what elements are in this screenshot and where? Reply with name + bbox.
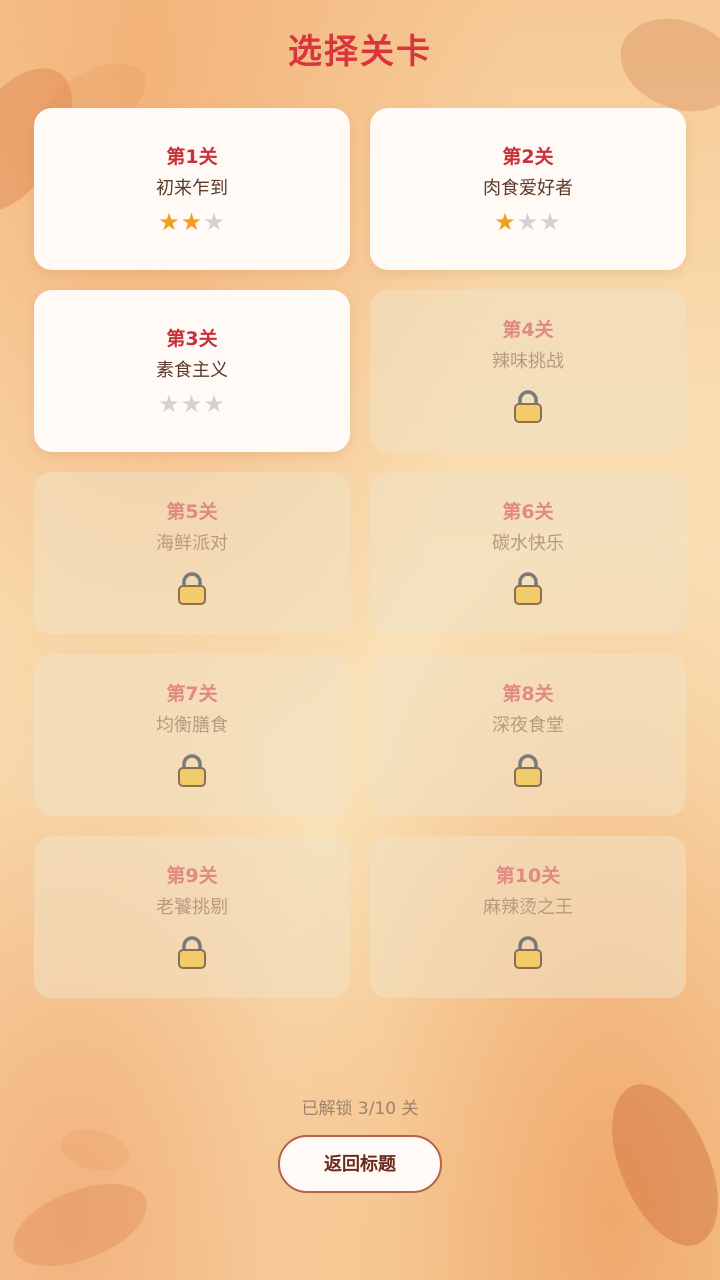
level-name: 素食主义	[156, 360, 228, 381]
lock-icon	[512, 390, 544, 424]
star-rating: ★★★	[34, 390, 350, 418]
level-card-3[interactable]: 第3关 素食主义 ★★★	[34, 290, 350, 452]
lock-icon	[176, 936, 208, 970]
star-rating: ★★★	[370, 208, 686, 236]
star-rating: ★★★	[34, 208, 350, 236]
level-name: 均衡膳食	[156, 715, 228, 736]
star-filled-icon: ★	[180, 208, 204, 236]
level-name: 初来乍到	[156, 178, 228, 199]
star-empty-icon: ★	[158, 390, 181, 418]
lock-icon	[176, 572, 208, 606]
level-number: 第7关	[166, 683, 218, 705]
decorative-leaf	[55, 1119, 135, 1181]
level-name: 海鲜派对	[156, 533, 228, 554]
level-name: 辣味挑战	[492, 351, 564, 372]
level-number: 第9关	[166, 865, 218, 887]
lock-icon	[512, 572, 544, 606]
level-card-1[interactable]: 第1关 初来乍到 ★★★	[34, 108, 350, 270]
lock-icon	[512, 754, 544, 788]
level-card-7: 第7关均衡膳食	[34, 654, 350, 816]
level-name: 肉食爱好者	[483, 178, 573, 199]
unlock-status: 已解锁 3/10 关	[301, 1099, 419, 1119]
star-filled-icon: ★	[158, 208, 181, 236]
level-name: 老饕挑剔	[156, 897, 228, 918]
level-name: 麻辣烫之王	[483, 897, 573, 918]
level-card-4: 第4关辣味挑战	[370, 290, 686, 452]
back-to-title-button[interactable]: 返回标题	[278, 1135, 442, 1193]
level-name: 碳水快乐	[492, 533, 564, 554]
level-number: 第10关	[495, 865, 561, 887]
star-filled-icon: ★	[494, 208, 517, 236]
level-grid: 第1关 初来乍到 ★★★ 第2关 肉食爱好者 ★★★ 第3关 素食主义 ★★★ 第4关 辣味挑战 第5…	[34, 108, 686, 998]
level-number: 第2关	[502, 146, 554, 168]
star-empty-icon: ★	[180, 390, 204, 418]
level-card-6: 第6关碳水快乐	[370, 472, 686, 634]
level-card-10: 第10关麻辣烫之王	[370, 836, 686, 998]
lock-icon	[176, 754, 208, 788]
level-card-5: 第5关海鲜派对	[34, 472, 350, 634]
level-name: 深夜食堂	[492, 715, 564, 736]
level-number: 第1关	[166, 146, 218, 168]
star-empty-icon: ★	[539, 208, 562, 236]
lock-icon	[512, 936, 544, 970]
level-number: 第5关	[166, 501, 218, 523]
star-empty-icon: ★	[516, 208, 540, 236]
level-card-8: 第8关深夜食堂	[370, 654, 686, 816]
star-empty-icon: ★	[203, 390, 226, 418]
star-empty-icon: ★	[203, 208, 226, 236]
page-title: 选择关卡	[288, 32, 432, 72]
level-card-2[interactable]: 第2关 肉食爱好者 ★★★	[370, 108, 686, 270]
level-number: 第4关	[502, 319, 554, 341]
level-number: 第8关	[502, 683, 554, 705]
level-number: 第3关	[166, 328, 218, 350]
decorative-leaf	[3, 1173, 157, 1277]
level-number: 第6关	[502, 501, 554, 523]
level-card-9: 第9关老饕挑剔	[34, 836, 350, 998]
